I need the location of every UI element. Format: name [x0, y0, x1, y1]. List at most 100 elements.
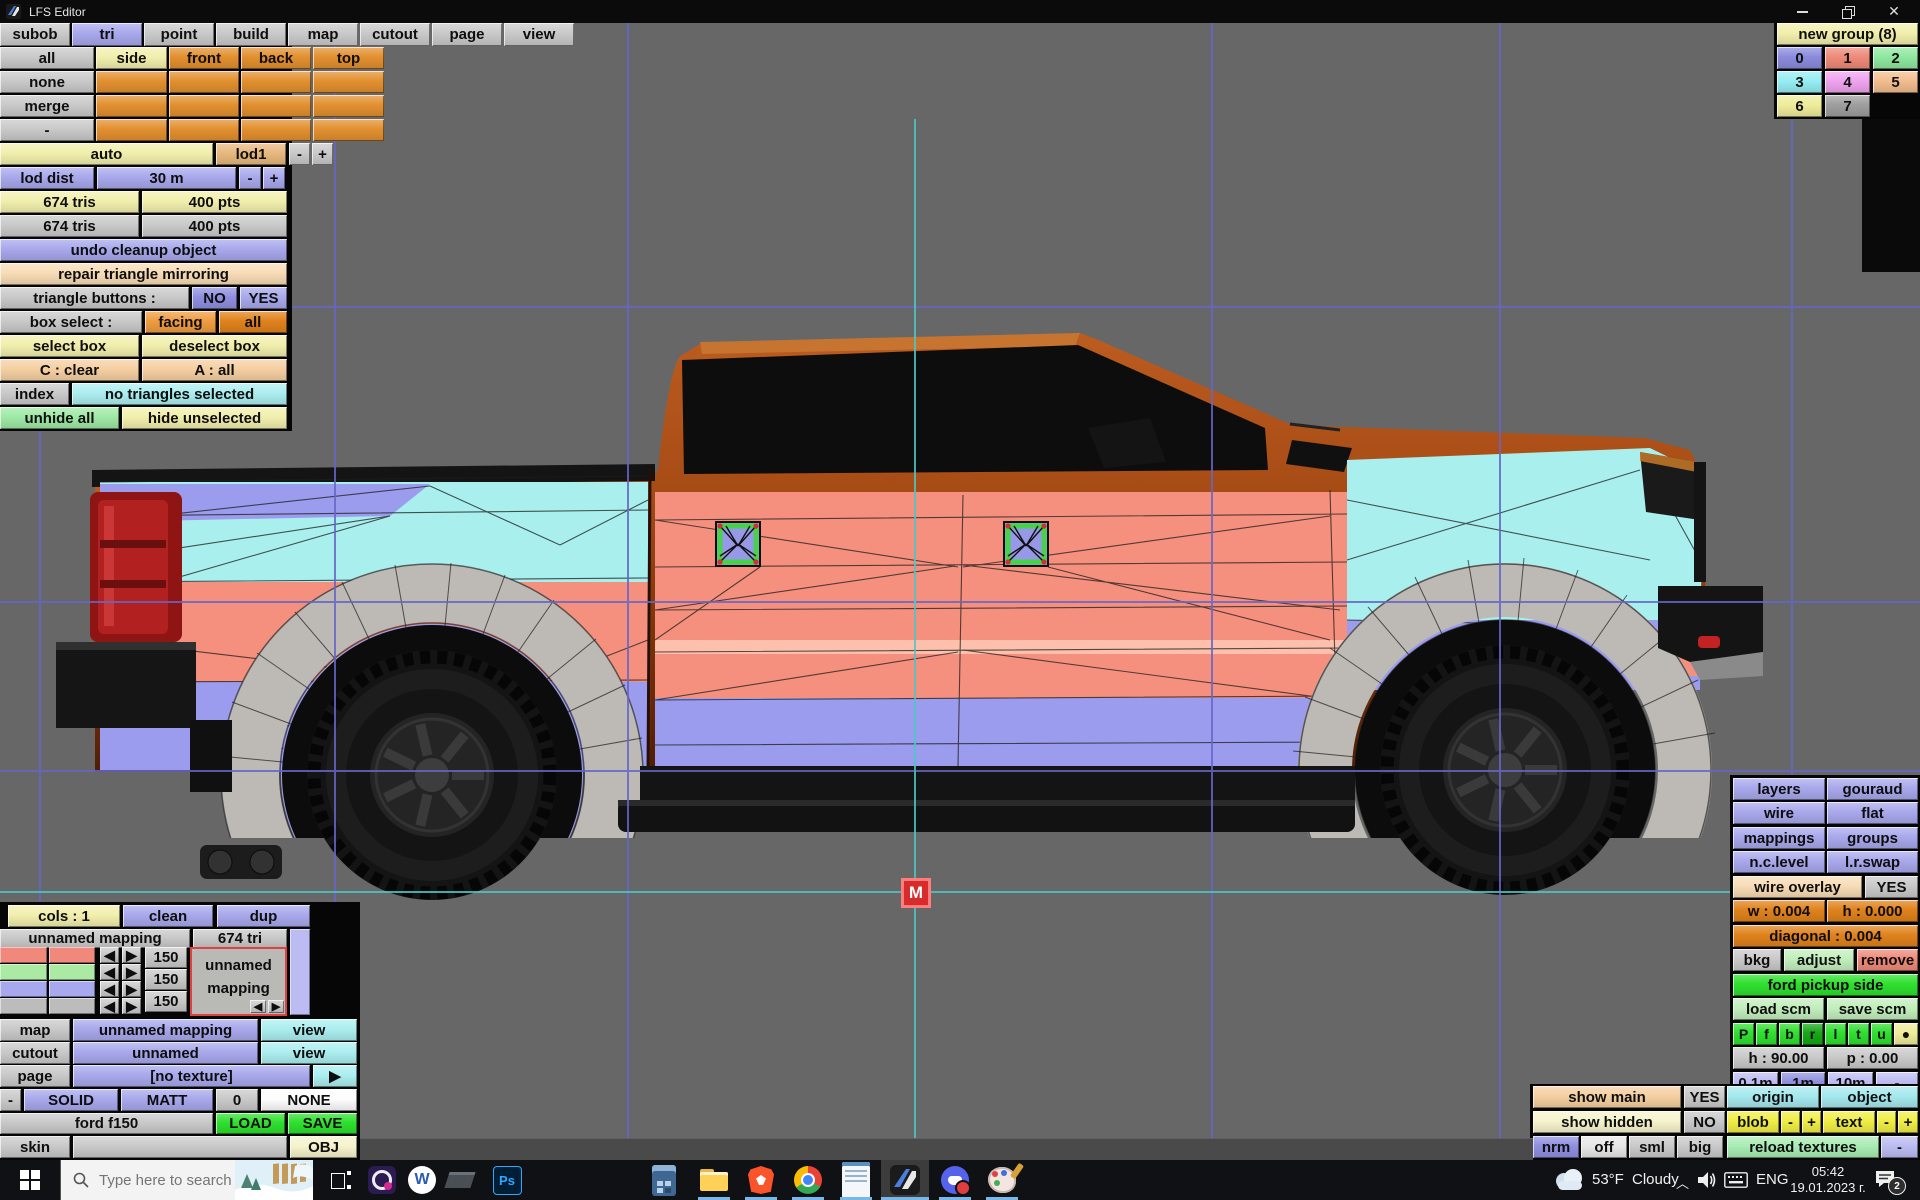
lod-minus-button[interactable]: -	[289, 143, 310, 165]
text-button[interactable]: text	[1823, 1111, 1875, 1133]
lrswap-button[interactable]: l.r.swap	[1827, 851, 1918, 873]
auto-button[interactable]: auto	[0, 143, 213, 165]
scheme-name[interactable]: ford pickup side	[1733, 974, 1918, 996]
new-group-button[interactable]: new group (8)	[1777, 23, 1918, 45]
matrix-cell[interactable]	[96, 95, 167, 117]
clock[interactable]: 05:42 19.01.2023 г.	[1790, 1164, 1866, 1196]
minimize-button[interactable]	[1779, 0, 1825, 23]
nrm-big[interactable]: big	[1677, 1136, 1723, 1158]
search-input[interactable]	[97, 1171, 251, 1190]
menu-point[interactable]: point	[144, 23, 214, 46]
lfs-editor-taskbar-icon[interactable]	[881, 1160, 929, 1200]
show-main-button[interactable]: show main	[1533, 1086, 1681, 1108]
close-button[interactable]: ✕	[1871, 0, 1917, 23]
notepad-icon[interactable]	[832, 1160, 880, 1200]
deselect-box-button[interactable]: deselect box	[142, 335, 287, 357]
blob-button[interactable]: blob	[1727, 1111, 1779, 1133]
h-value[interactable]: h : 0.000	[1827, 900, 1918, 922]
box-select-all[interactable]: all	[219, 311, 287, 333]
cutout-view-button[interactable]: view	[261, 1042, 357, 1064]
weather-cloud-icon[interactable]	[1552, 1169, 1586, 1191]
blob-minus[interactable]: -	[1781, 1111, 1800, 1133]
matrix-cell[interactable]	[169, 95, 239, 117]
unhide-all-button[interactable]: unhide all	[0, 407, 119, 429]
load-scm-button[interactable]: load scm	[1733, 998, 1824, 1020]
skin-label[interactable]: skin	[0, 1136, 70, 1158]
cutout-value[interactable]: unnamed	[73, 1042, 258, 1064]
menu-page[interactable]: page	[432, 23, 502, 46]
swatch-right-arrow[interactable]: ▶	[122, 981, 141, 997]
swatch-left-arrow[interactable]: ◀	[100, 998, 119, 1014]
axis-r[interactable]: r	[1802, 1023, 1823, 1045]
lod-dist-plus[interactable]: +	[263, 167, 285, 189]
show-hidden-no[interactable]: NO	[1684, 1111, 1725, 1133]
obj-button[interactable]: OBJ	[290, 1136, 357, 1158]
touch-keyboard-icon[interactable]	[1724, 1172, 1748, 1188]
model-name[interactable]: ford f150	[0, 1113, 213, 1134]
matrix-cell[interactable]	[169, 71, 239, 93]
search-highlight-image[interactable]	[235, 1160, 313, 1200]
reload-minus[interactable]: -	[1881, 1136, 1918, 1158]
group-1[interactable]: 1	[1825, 47, 1870, 69]
mapping-scrollbar[interactable]	[290, 929, 310, 1015]
hide-unselected-button[interactable]: hide unselected	[122, 407, 287, 429]
brave-icon[interactable]	[737, 1160, 785, 1200]
matrix-cell[interactable]	[96, 119, 167, 141]
color-swatch[interactable]	[0, 947, 47, 963]
tab-top[interactable]: top	[313, 47, 384, 69]
index-button[interactable]: index	[0, 383, 69, 405]
nrm-button[interactable]: nrm	[1533, 1136, 1579, 1158]
show-main-yes[interactable]: YES	[1684, 1086, 1725, 1108]
matrix-cell[interactable]	[313, 71, 384, 93]
skin-field[interactable]	[73, 1136, 287, 1158]
pitch-value[interactable]: p : 0.00	[1827, 1047, 1918, 1069]
groups-button[interactable]: groups	[1827, 827, 1918, 849]
zero-button[interactable]: 0	[216, 1089, 258, 1111]
flat-button[interactable]: flat	[1827, 802, 1918, 824]
heading-value[interactable]: h : 90.00	[1733, 1047, 1824, 1069]
paint-icon[interactable]	[978, 1160, 1026, 1200]
menu-view[interactable]: view	[504, 23, 574, 46]
notification-center-icon[interactable]: 2	[1874, 1168, 1900, 1192]
axis-dot[interactable]: ●	[1894, 1023, 1918, 1045]
value-field[interactable]: 150	[145, 991, 187, 1012]
value-field[interactable]: 150	[145, 969, 187, 990]
gouraud-button[interactable]: gouraud	[1827, 778, 1918, 800]
remove-button[interactable]: remove	[1857, 949, 1918, 971]
tab-back[interactable]: back	[241, 47, 311, 69]
bkg-button[interactable]: bkg	[1733, 949, 1781, 971]
tab-all[interactable]: all	[0, 47, 94, 69]
map-value[interactable]: unnamed mapping	[73, 1019, 258, 1041]
app-icon-dark[interactable]	[436, 1160, 484, 1200]
restore-button[interactable]	[1825, 0, 1871, 23]
menu-subob[interactable]: subob	[0, 23, 70, 46]
color-swatch[interactable]	[0, 964, 47, 980]
nclevel-button[interactable]: n.c.level	[1733, 851, 1825, 873]
discord-icon[interactable]	[931, 1160, 979, 1200]
wire-overlay-yes[interactable]: YES	[1865, 876, 1918, 898]
select-all-button[interactable]: A : all	[142, 359, 287, 381]
lod-dist-minus[interactable]: -	[239, 167, 261, 189]
group-5[interactable]: 5	[1873, 71, 1918, 93]
color-swatch[interactable]	[49, 964, 95, 980]
nrm-off[interactable]: off	[1581, 1136, 1627, 1158]
volume-icon[interactable]	[1698, 1171, 1718, 1189]
menu-map[interactable]: map	[288, 23, 358, 46]
group-2[interactable]: 2	[1873, 47, 1918, 69]
weather-temp[interactable]: 53°F	[1592, 1171, 1624, 1188]
save-scm-button[interactable]: save scm	[1827, 998, 1918, 1020]
nrm-sml[interactable]: sml	[1629, 1136, 1675, 1158]
layers-button[interactable]: layers	[1733, 778, 1825, 800]
photoshop-icon[interactable]: Ps	[483, 1160, 531, 1200]
undo-cleanup-button[interactable]: undo cleanup object	[0, 239, 287, 261]
axis-u[interactable]: u	[1871, 1023, 1892, 1045]
tab-front[interactable]: front	[169, 47, 239, 69]
wire-button[interactable]: wire	[1733, 802, 1825, 824]
color-swatch[interactable]	[49, 947, 95, 963]
row-dash[interactable]: -	[0, 119, 94, 141]
page-next-button[interactable]: ▶	[313, 1065, 357, 1087]
start-button[interactable]	[6, 1160, 54, 1200]
minus-button[interactable]: -	[0, 1089, 21, 1111]
triangle-buttons-yes[interactable]: YES	[240, 287, 287, 309]
map-view-button[interactable]: view	[261, 1019, 357, 1041]
